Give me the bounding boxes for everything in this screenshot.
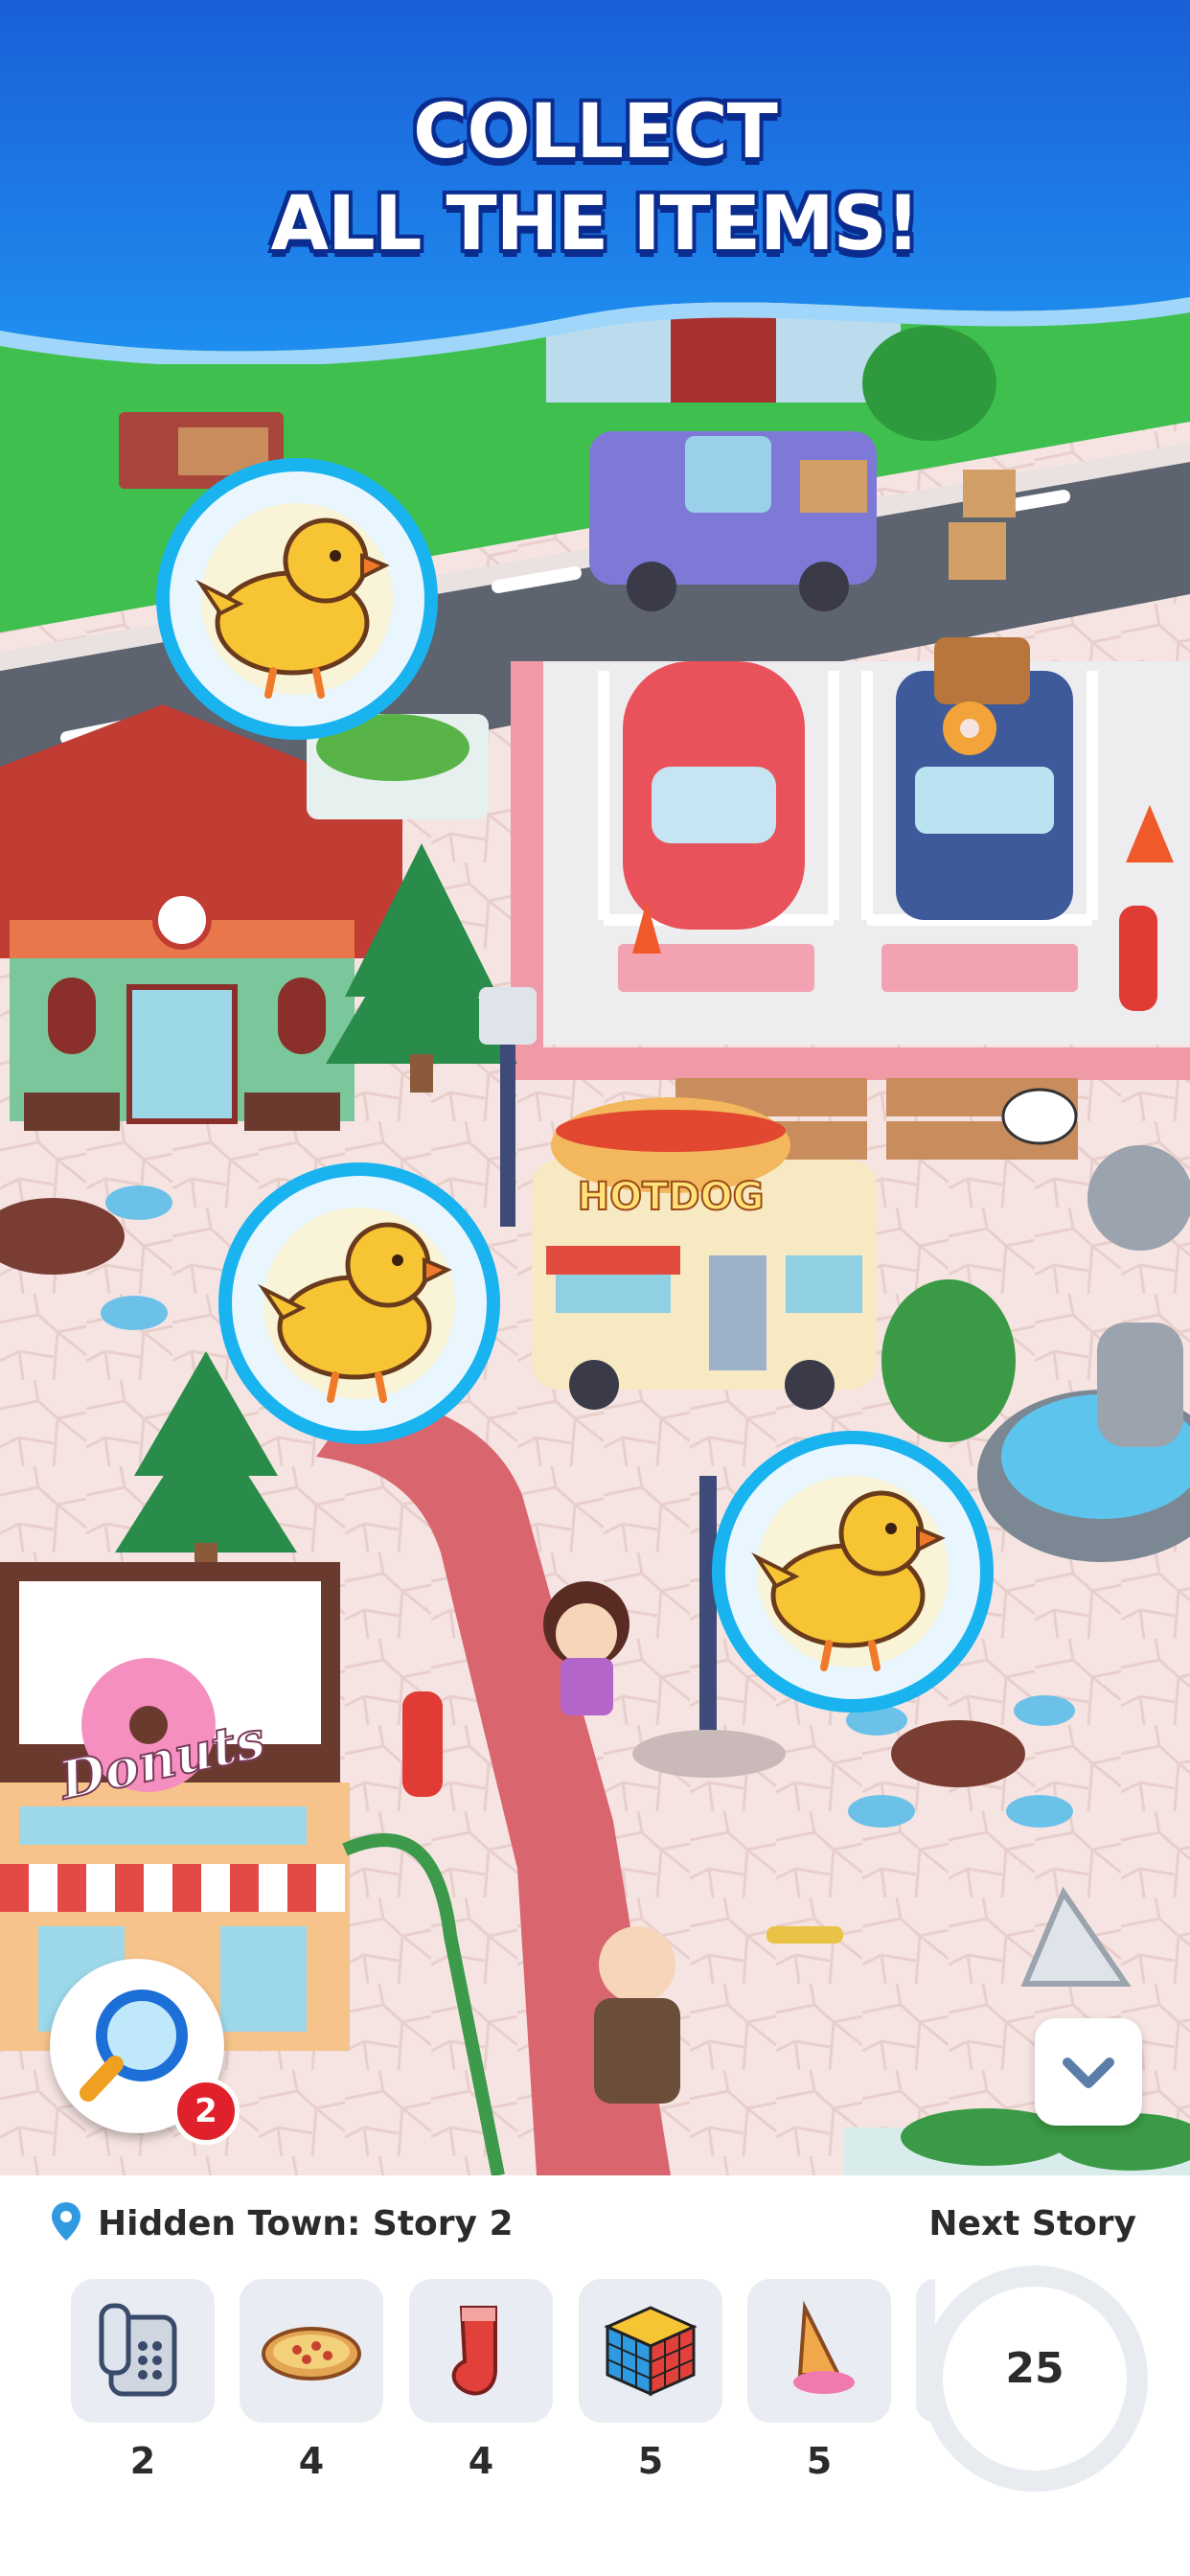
banner-title: COLLECT ALL THE ITEMS! [0, 86, 1190, 270]
item-count: 4 [468, 2440, 494, 2482]
ice-cream-cone-icon [793, 2300, 855, 2394]
chick-target-2[interactable] [218, 1162, 500, 1444]
item-count: 5 [637, 2440, 664, 2482]
item-count: 5 [806, 2440, 833, 2482]
item-count: 2 [129, 2440, 156, 2482]
banner-line-2: ALL THE ITEMS! [270, 181, 921, 267]
item-count: 4 [298, 2440, 325, 2482]
chevron-down-icon [1063, 2058, 1114, 2088]
hotdog-sign: HOTDOG [578, 1175, 765, 1219]
sock-icon [451, 2306, 497, 2396]
rubiks-cube-icon [604, 2306, 698, 2397]
banner-line-1: COLLECT [413, 89, 778, 175]
chick-target-3[interactable] [712, 1431, 994, 1713]
pizza-icon [262, 2327, 361, 2380]
fire-hydrant[interactable] [402, 1691, 443, 1797]
location-pin-icon [52, 2202, 80, 2241]
hint-count-badge: 2 [172, 2078, 240, 2145]
next-story-label[interactable]: Next Story [928, 2204, 1136, 2243]
fire-hydrant[interactable] [1119, 906, 1157, 1011]
item-tile-ice-cream[interactable] [747, 2279, 891, 2423]
chick-target-1[interactable] [156, 458, 438, 740]
item-tile-sock[interactable] [409, 2279, 553, 2423]
next-story-count: 25 [1005, 2344, 1064, 2393]
item-tile-rubiks-cube[interactable] [579, 2279, 722, 2423]
telephone-icon [99, 2303, 177, 2397]
scooter[interactable] [767, 1926, 843, 1944]
item-tile-pizza[interactable] [240, 2279, 383, 2423]
story-title: Hidden Town: Story 2 [98, 2204, 514, 2243]
item-tile-telephone[interactable] [71, 2279, 215, 2423]
old-man-character[interactable] [594, 1926, 680, 2104]
cat[interactable] [1001, 1088, 1078, 1145]
collapse-panel-button[interactable] [1035, 2018, 1142, 2126]
